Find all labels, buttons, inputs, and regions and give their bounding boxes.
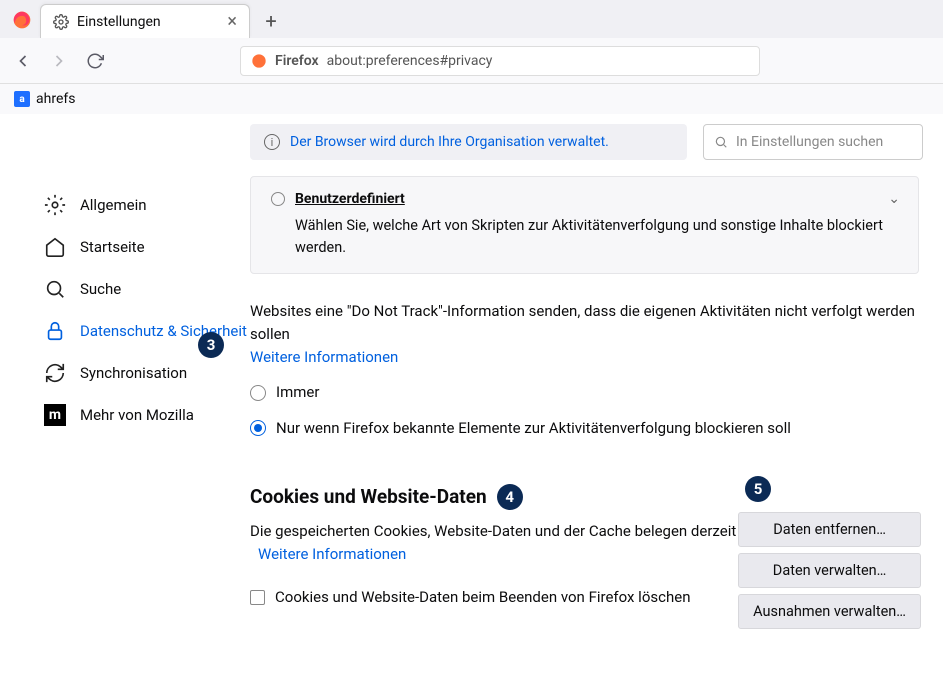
dnt-more-info-link[interactable]: Weitere Informationen xyxy=(250,348,398,366)
checkbox-label: Cookies und Website-Daten beim Beenden v… xyxy=(275,588,690,606)
forward-button[interactable] xyxy=(48,50,70,72)
close-icon[interactable]: × xyxy=(227,13,237,31)
sidebar-item-sync[interactable]: Synchronisation xyxy=(44,352,250,394)
checkbox-icon[interactable] xyxy=(250,590,265,605)
firefox-icon xyxy=(251,53,267,69)
annotation-badge-4: 4 xyxy=(497,484,523,510)
option-label: Immer xyxy=(276,381,319,404)
chevron-down-icon[interactable]: ⌄ xyxy=(888,191,900,207)
info-icon: i xyxy=(264,134,280,150)
dnt-option-always[interactable]: Immer xyxy=(250,381,919,404)
cookies-heading: Cookies und Website-Daten xyxy=(250,485,487,508)
settings-search-input[interactable]: In Einstellungen suchen xyxy=(703,124,923,160)
radio-icon[interactable] xyxy=(271,192,285,206)
cookies-more-info-link[interactable]: Weitere Informationen xyxy=(258,545,406,563)
annotation-badge-3: 3 xyxy=(198,332,224,358)
preferences-sidebar: Allgemein Startseite Suche Datenschutz &… xyxy=(0,114,250,673)
firefox-logo-icon xyxy=(10,8,34,32)
dnt-intro: Websites eine "Do Not Track"-Information… xyxy=(250,300,919,347)
custom-title: Benutzerdefiniert xyxy=(295,191,405,207)
gear-icon xyxy=(53,14,69,30)
url-bar[interactable]: Firefox about:preferences#privacy xyxy=(240,46,760,76)
urlbar-brand: Firefox xyxy=(275,53,319,69)
dnt-option-only-known[interactable]: Nur wenn Firefox bekannte Elemente zur A… xyxy=(250,417,919,440)
tab-strip: Einstellungen × + xyxy=(0,0,943,38)
mozilla-icon: m xyxy=(44,404,66,426)
manage-exceptions-button[interactable]: Ausnahmen verwalten… xyxy=(738,594,921,629)
search-placeholder: In Einstellungen suchen xyxy=(736,134,883,150)
sidebar-item-search[interactable]: Suche xyxy=(44,268,250,310)
org-managed-banner[interactable]: i Der Browser wird durch Ihre Organisati… xyxy=(250,124,687,160)
sidebar-label: Allgemein xyxy=(80,196,147,214)
ahrefs-favicon-icon: a xyxy=(14,91,30,107)
new-tab-button[interactable]: + xyxy=(256,6,286,36)
custom-desc: Wählen Sie, welche Art von Skripten zur … xyxy=(295,215,898,259)
sidebar-item-home[interactable]: Startseite xyxy=(44,226,250,268)
sidebar-item-general[interactable]: Allgemein xyxy=(44,184,250,226)
bookmark-label[interactable]: ahrefs xyxy=(36,91,75,107)
tracking-custom-option[interactable]: Benutzerdefiniert Wählen Sie, welche Art… xyxy=(250,176,919,274)
urlbar-address: about:preferences#privacy xyxy=(327,53,493,69)
sidebar-label: Suche xyxy=(80,280,121,298)
org-banner-text: Der Browser wird durch Ihre Organisation… xyxy=(290,134,609,150)
option-label: Nur wenn Firefox bekannte Elemente zur A… xyxy=(276,417,791,440)
search-icon xyxy=(714,135,728,149)
radio-selected-icon[interactable] xyxy=(250,420,266,436)
reload-button[interactable] xyxy=(84,50,106,72)
sidebar-label: Mehr von Mozilla xyxy=(80,406,194,424)
manage-data-button[interactable]: Daten verwalten… xyxy=(738,553,921,588)
radio-icon[interactable] xyxy=(250,385,266,401)
annotation-badge-5: 5 xyxy=(745,476,771,502)
back-button[interactable] xyxy=(12,50,34,72)
sidebar-label: Synchronisation xyxy=(80,364,187,382)
sidebar-label: Startseite xyxy=(80,238,145,256)
remove-data-button[interactable]: Daten entfernen… xyxy=(738,512,921,547)
tab-title: Einstellungen xyxy=(77,14,161,30)
nav-toolbar: Firefox about:preferences#privacy xyxy=(0,38,943,84)
browser-tab[interactable]: Einstellungen × xyxy=(40,4,250,38)
bookmarks-bar: a ahrefs xyxy=(0,84,943,114)
sidebar-item-more[interactable]: m Mehr von Mozilla xyxy=(44,394,250,436)
